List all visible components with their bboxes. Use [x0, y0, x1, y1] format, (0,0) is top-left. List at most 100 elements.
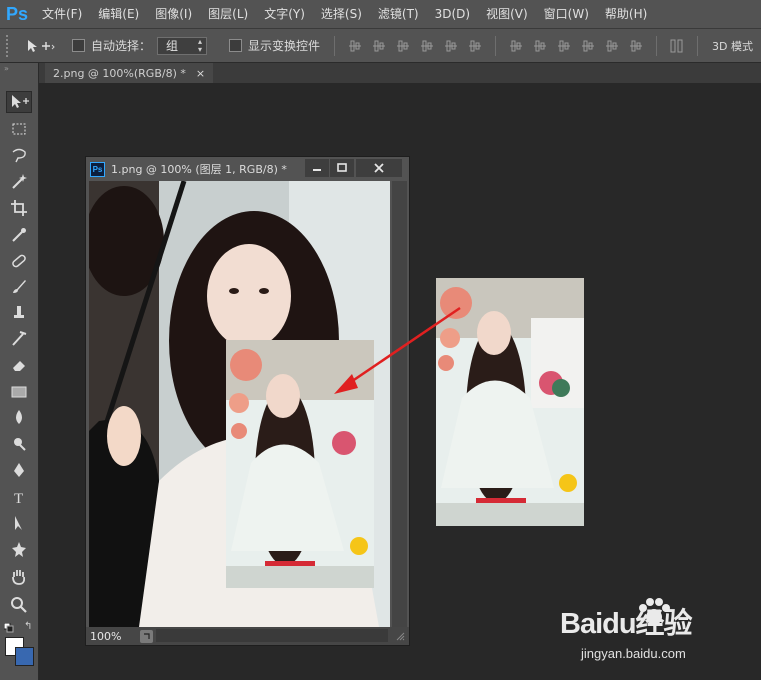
separator	[697, 35, 699, 56]
magic-wand-tool[interactable]	[6, 170, 32, 192]
show-transform-checkbox[interactable]	[229, 39, 243, 52]
clone-stamp-icon	[14, 306, 24, 318]
magic-wand-icon	[12, 174, 27, 189]
photoshop-doc-icon: Ps	[90, 161, 105, 177]
distribute-1-icon[interactable]	[507, 37, 525, 55]
background-color-swatch[interactable]	[15, 647, 34, 666]
auto-select-label: 自动选择：	[91, 39, 152, 53]
path-selection-tool[interactable]	[6, 512, 32, 534]
gradient-tool[interactable]	[6, 380, 32, 402]
minimize-button[interactable]	[305, 159, 329, 177]
align-2-icon[interactable]	[370, 37, 388, 55]
menu-item[interactable]: 文件(F)	[34, 0, 90, 28]
resize-grip-icon[interactable]	[395, 630, 405, 641]
menu-item[interactable]: 选择(S)	[313, 0, 370, 28]
auto-select-dropdown[interactable]: 组 ▴ ▾	[157, 36, 208, 55]
menu-item[interactable]: 帮助(H)	[597, 0, 655, 28]
hand-icon	[12, 570, 26, 585]
collapse-toolbox-icon[interactable]: »	[4, 64, 9, 73]
distribute-2-icon[interactable]	[531, 37, 549, 55]
align-4-icon[interactable]	[418, 37, 436, 55]
clone-stamp-tool[interactable]	[6, 301, 32, 323]
baidu-jingyan-watermark: Baidu经验	[560, 600, 693, 642]
floating-window-title: 1.png @ 100% (图层 1, RGB/8) *	[111, 163, 287, 176]
document-tab[interactable]: 2.png @ 100%(RGB/8) * ×	[45, 63, 214, 83]
blur-icon	[16, 410, 22, 424]
menu-item[interactable]: 窗口(W)	[536, 0, 597, 28]
brush-icon	[13, 280, 26, 293]
eyedropper-tool[interactable]	[6, 223, 32, 245]
marquee-icon	[12, 123, 26, 135]
hand-tool[interactable]	[6, 565, 32, 587]
swap-colors-icon[interactable]: ↰	[24, 621, 32, 632]
menu-item[interactable]: 3D(D)	[427, 0, 478, 28]
distribute-4-icon[interactable]	[579, 37, 597, 55]
zoom-icon	[11, 597, 27, 613]
zoom-level-field[interactable]: 100%	[90, 630, 130, 643]
options-bar-grip[interactable]	[6, 34, 12, 57]
close-tab-icon[interactable]: ×	[196, 67, 205, 80]
align-3-icon[interactable]	[394, 37, 412, 55]
auto-select-checkbox[interactable]	[72, 39, 85, 52]
close-window-button[interactable]	[356, 159, 402, 177]
custom-shape-icon	[12, 542, 26, 557]
horizontal-scrollbar[interactable]	[156, 629, 388, 642]
status-menu-icon	[144, 632, 150, 639]
maximize-icon	[337, 163, 347, 172]
menu-item[interactable]: 视图(V)	[478, 0, 536, 28]
brush-tool[interactable]	[6, 275, 32, 297]
type-tool[interactable]: T	[6, 486, 32, 508]
eraser-icon	[13, 361, 25, 371]
align-6-icon[interactable]	[466, 37, 484, 55]
zoom-tool[interactable]	[6, 593, 32, 615]
distribute-6-icon[interactable]	[627, 37, 645, 55]
menu-item[interactable]: 文字(Y)	[256, 0, 313, 28]
eyedropper-icon	[12, 228, 26, 242]
move-tool-icon	[28, 39, 55, 52]
auto-align-layers-icon[interactable]	[668, 37, 686, 55]
maximize-button[interactable]	[330, 159, 354, 177]
distribute-5-icon[interactable]	[603, 37, 621, 55]
auto-select-value: 组	[166, 39, 179, 53]
move-icon	[12, 95, 29, 108]
red-arrow-annotation	[334, 306, 461, 394]
pen-icon	[14, 463, 24, 477]
status-info-button[interactable]	[140, 629, 153, 643]
svg-text:T: T	[14, 491, 23, 507]
menu-item[interactable]: 图像(I)	[147, 0, 200, 28]
eraser-tool[interactable]	[6, 354, 32, 376]
history-brush-tool[interactable]	[6, 327, 32, 349]
move-tool[interactable]	[6, 91, 32, 113]
options-bar: 自动选择： 组 ▴ ▾ 显示变换控件 3D 模式	[0, 29, 761, 63]
lasso-icon	[12, 148, 26, 163]
crop-icon	[11, 200, 27, 216]
menu-item[interactable]: 图层(L)	[200, 0, 256, 28]
pen-tool[interactable]	[6, 459, 32, 481]
dodge-tool[interactable]	[6, 432, 32, 454]
marquee-tool[interactable]	[6, 118, 32, 140]
distribute-buttons	[504, 37, 648, 55]
dodge-icon	[14, 438, 26, 451]
menu-item[interactable]: 滤镜(T)	[370, 0, 427, 28]
type-icon: T	[14, 491, 23, 507]
blur-tool[interactable]	[6, 406, 32, 428]
tool-preset-picker[interactable]	[22, 35, 58, 57]
lasso-tool[interactable]	[6, 144, 32, 166]
path-selection-icon	[15, 516, 22, 530]
menu-bar: Ps 文件(F) 编辑(E) 图像(I) 图层(L) 文字(Y) 选择(S) 滤镜(T) 3D…	[0, 0, 761, 29]
crop-tool[interactable]	[6, 196, 32, 218]
align-5-icon[interactable]	[442, 37, 460, 55]
floating-window-titlebar[interactable]: Ps 1.png @ 100% (图层 1, RGB/8) *	[86, 157, 409, 181]
distribute-3-icon[interactable]	[555, 37, 573, 55]
menu-item[interactable]: 编辑(E)	[90, 0, 147, 28]
photoshop-logo: Ps	[5, 3, 29, 24]
baidu-jingyan-logo: Baidu经验	[560, 608, 693, 640]
healing-brush-tool[interactable]	[6, 249, 32, 271]
show-transform-label: 显示变换控件	[248, 39, 321, 53]
custom-shape-tool[interactable]	[6, 538, 32, 560]
minimize-icon	[313, 169, 321, 171]
separator	[334, 35, 336, 56]
history-brush-icon	[12, 331, 27, 346]
default-colors-icon[interactable]	[3, 622, 14, 636]
align-1-icon[interactable]	[346, 37, 364, 55]
